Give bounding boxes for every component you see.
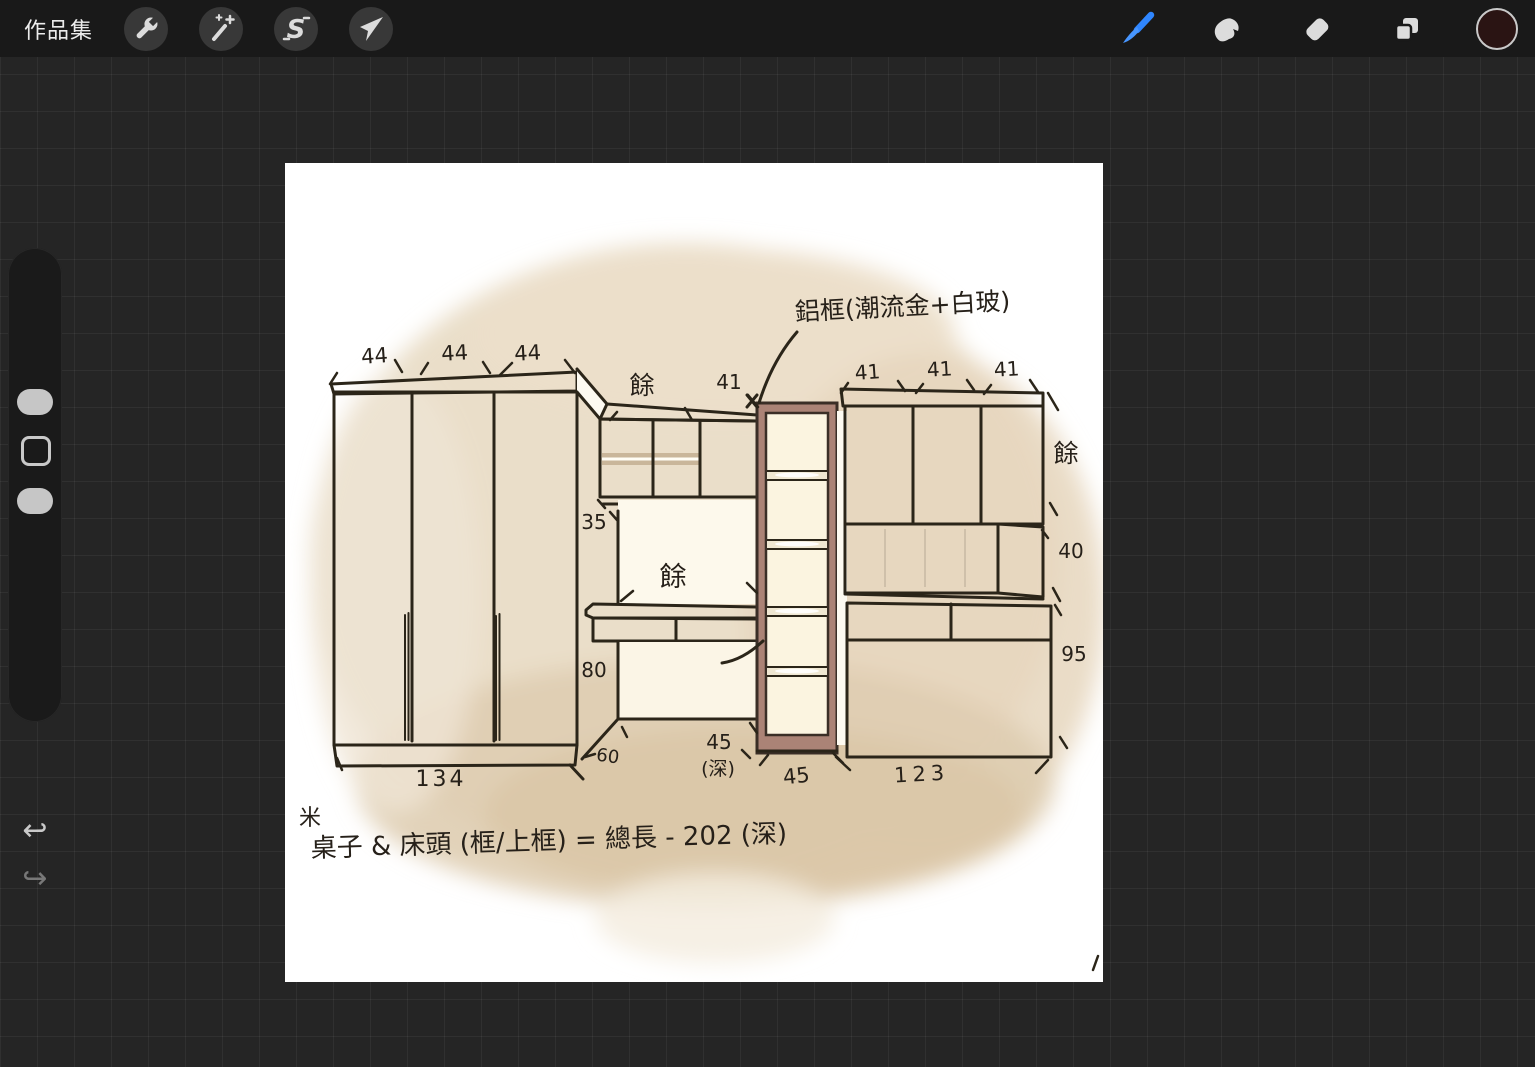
brush-tool-button[interactable] xyxy=(1115,7,1159,51)
transform-arrow-icon xyxy=(360,16,384,41)
color-swatch-icon xyxy=(1476,7,1518,50)
magic-wand-icon xyxy=(212,13,235,41)
layers-icon xyxy=(1394,17,1418,41)
dim-41-3: 41 xyxy=(993,356,1020,381)
brush-size-slider[interactable] xyxy=(17,389,53,415)
actions-button[interactable] xyxy=(124,6,169,51)
display-cabinet xyxy=(745,393,839,755)
dim-35: 35 xyxy=(581,510,606,534)
leftover-mid: 餘 xyxy=(660,562,687,593)
dim-41-1: 41 xyxy=(854,359,881,385)
layers-button[interactable] xyxy=(1385,7,1429,51)
smudge-icon xyxy=(1214,17,1239,41)
gallery-button[interactable]: 作品集 xyxy=(24,13,93,45)
dim-45-depth: 45 xyxy=(706,730,731,754)
canvas[interactable]: 44 44 44 餘 41 鋁框(潮流金+白玻) 41 41 41 餘 40 9… xyxy=(285,163,1103,982)
depth-suffix: (深) xyxy=(701,758,735,780)
footnote-mark: 米 xyxy=(299,806,321,831)
dim-44-2: 44 xyxy=(441,340,469,365)
dim-80: 80 xyxy=(581,658,606,682)
undo-button[interactable]: ↩ xyxy=(8,816,62,846)
eraser-tool-button[interactable] xyxy=(1295,7,1339,51)
dim-40: 40 xyxy=(1058,539,1083,563)
adjustments-button[interactable] xyxy=(199,6,244,51)
furniture-sketch: 44 44 44 餘 41 鋁框(潮流金+白玻) 41 41 41 餘 40 9… xyxy=(299,243,1103,972)
dim-123: 123 xyxy=(893,761,949,788)
procreate-workspace: 作品集 S ↩ ↪ 44 44 44 餘 41 鋁框(潮流金+白玻) 41 41… xyxy=(0,0,1535,1067)
dim-41-2: 41 xyxy=(926,356,953,381)
eraser-icon xyxy=(1306,17,1329,40)
color-swatch-button[interactable] xyxy=(1475,7,1519,51)
brush-sidebar xyxy=(8,248,62,722)
leftover-right: 餘 xyxy=(1053,439,1078,468)
redo-button[interactable]: ↪ xyxy=(8,864,62,894)
dim-44-1: 44 xyxy=(360,343,388,369)
dim-45: 45 xyxy=(782,763,811,790)
paint-brush-icon xyxy=(1123,11,1155,43)
wrench-icon xyxy=(136,15,160,38)
smudge-tool-button[interactable] xyxy=(1205,7,1249,51)
dim-41-mid: 41 xyxy=(716,370,741,394)
modify-button[interactable] xyxy=(21,436,51,466)
dim-95: 95 xyxy=(1061,642,1086,666)
top-toolbar: 作品集 S xyxy=(0,0,1535,57)
dim-134: 134 xyxy=(416,767,467,792)
dim-44-3: 44 xyxy=(514,340,542,365)
transform-button[interactable] xyxy=(349,6,394,51)
toolbar-right xyxy=(1069,7,1519,51)
selection-button[interactable]: S xyxy=(274,6,319,51)
selection-glyph: S xyxy=(287,15,306,45)
selection-s-icon: S xyxy=(282,15,311,45)
leftover-top: 餘 xyxy=(629,371,654,400)
toolbar-left: 作品集 S xyxy=(16,6,394,51)
dim-60: 60 xyxy=(595,745,621,769)
opacity-slider[interactable] xyxy=(17,488,53,514)
